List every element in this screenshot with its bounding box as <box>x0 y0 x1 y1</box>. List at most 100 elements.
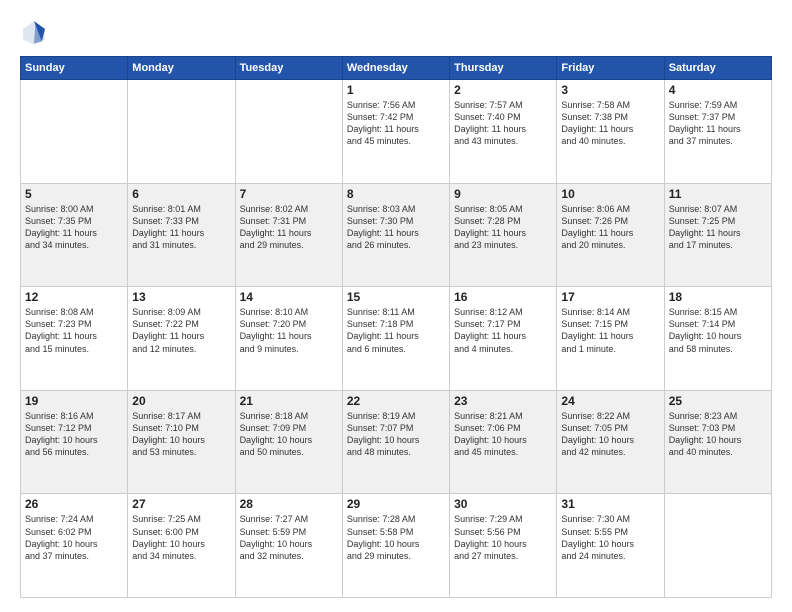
weekday-monday: Monday <box>128 57 235 80</box>
calendar-cell: 4 Sunrise: 7:59 AM Sunset: 7:37 PM Daylig… <box>664 80 771 184</box>
weekday-saturday: Saturday <box>664 57 771 80</box>
calendar-cell: 19 Sunrise: 8:16 AM Sunset: 7:12 PM Dayli… <box>21 390 128 494</box>
day-info: Sunrise: 7:27 AM Sunset: 5:59 PM Dayligh… <box>240 513 338 562</box>
day-number: 18 <box>669 290 767 304</box>
day-number: 9 <box>454 187 552 201</box>
calendar-cell <box>235 80 342 184</box>
calendar-cell: 13 Sunrise: 8:09 AM Sunset: 7:22 PM Dayli… <box>128 287 235 391</box>
weekday-sunday: Sunday <box>21 57 128 80</box>
calendar-cell: 12 Sunrise: 8:08 AM Sunset: 7:23 PM Dayli… <box>21 287 128 391</box>
calendar-cell: 22 Sunrise: 8:19 AM Sunset: 7:07 PM Dayli… <box>342 390 449 494</box>
day-number: 8 <box>347 187 445 201</box>
day-info: Sunrise: 7:29 AM Sunset: 5:56 PM Dayligh… <box>454 513 552 562</box>
day-number: 27 <box>132 497 230 511</box>
calendar-table: SundayMondayTuesdayWednesdayThursdayFrid… <box>20 56 772 598</box>
day-number: 11 <box>669 187 767 201</box>
day-info: Sunrise: 7:57 AM Sunset: 7:40 PM Dayligh… <box>454 99 552 148</box>
day-info: Sunrise: 7:28 AM Sunset: 5:58 PM Dayligh… <box>347 513 445 562</box>
day-info: Sunrise: 8:03 AM Sunset: 7:30 PM Dayligh… <box>347 203 445 252</box>
weekday-header-row: SundayMondayTuesdayWednesdayThursdayFrid… <box>21 57 772 80</box>
day-info: Sunrise: 8:19 AM Sunset: 7:07 PM Dayligh… <box>347 410 445 459</box>
day-number: 7 <box>240 187 338 201</box>
day-number: 24 <box>561 394 659 408</box>
logo-icon <box>20 18 48 46</box>
day-info: Sunrise: 8:08 AM Sunset: 7:23 PM Dayligh… <box>25 306 123 355</box>
weekday-wednesday: Wednesday <box>342 57 449 80</box>
calendar-cell: 8 Sunrise: 8:03 AM Sunset: 7:30 PM Daylig… <box>342 183 449 287</box>
calendar-cell: 16 Sunrise: 8:12 AM Sunset: 7:17 PM Dayli… <box>450 287 557 391</box>
calendar-cell <box>664 494 771 598</box>
day-number: 30 <box>454 497 552 511</box>
day-info: Sunrise: 8:09 AM Sunset: 7:22 PM Dayligh… <box>132 306 230 355</box>
calendar-cell: 11 Sunrise: 8:07 AM Sunset: 7:25 PM Dayli… <box>664 183 771 287</box>
day-info: Sunrise: 8:10 AM Sunset: 7:20 PM Dayligh… <box>240 306 338 355</box>
week-row-2: 12 Sunrise: 8:08 AM Sunset: 7:23 PM Dayli… <box>21 287 772 391</box>
day-number: 17 <box>561 290 659 304</box>
day-info: Sunrise: 8:12 AM Sunset: 7:17 PM Dayligh… <box>454 306 552 355</box>
day-info: Sunrise: 8:01 AM Sunset: 7:33 PM Dayligh… <box>132 203 230 252</box>
weekday-thursday: Thursday <box>450 57 557 80</box>
page: SundayMondayTuesdayWednesdayThursdayFrid… <box>0 0 792 612</box>
day-number: 25 <box>669 394 767 408</box>
day-number: 2 <box>454 83 552 97</box>
calendar-cell: 18 Sunrise: 8:15 AM Sunset: 7:14 PM Dayli… <box>664 287 771 391</box>
day-info: Sunrise: 7:30 AM Sunset: 5:55 PM Dayligh… <box>561 513 659 562</box>
day-number: 14 <box>240 290 338 304</box>
day-number: 5 <box>25 187 123 201</box>
day-number: 1 <box>347 83 445 97</box>
calendar-cell: 27 Sunrise: 7:25 AM Sunset: 6:00 PM Dayli… <box>128 494 235 598</box>
day-number: 23 <box>454 394 552 408</box>
day-info: Sunrise: 7:25 AM Sunset: 6:00 PM Dayligh… <box>132 513 230 562</box>
day-number: 21 <box>240 394 338 408</box>
calendar-cell: 29 Sunrise: 7:28 AM Sunset: 5:58 PM Dayli… <box>342 494 449 598</box>
day-number: 22 <box>347 394 445 408</box>
day-info: Sunrise: 7:58 AM Sunset: 7:38 PM Dayligh… <box>561 99 659 148</box>
week-row-0: 1Sunrise: 7:56 AM Sunset: 7:42 PM Daylig… <box>21 80 772 184</box>
day-info: Sunrise: 8:16 AM Sunset: 7:12 PM Dayligh… <box>25 410 123 459</box>
day-info: Sunrise: 8:22 AM Sunset: 7:05 PM Dayligh… <box>561 410 659 459</box>
day-info: Sunrise: 7:24 AM Sunset: 6:02 PM Dayligh… <box>25 513 123 562</box>
day-number: 4 <box>669 83 767 97</box>
calendar-cell: 9 Sunrise: 8:05 AM Sunset: 7:28 PM Daylig… <box>450 183 557 287</box>
day-number: 16 <box>454 290 552 304</box>
week-row-3: 19 Sunrise: 8:16 AM Sunset: 7:12 PM Dayli… <box>21 390 772 494</box>
calendar-cell: 3 Sunrise: 7:58 AM Sunset: 7:38 PM Daylig… <box>557 80 664 184</box>
calendar-cell: 5 Sunrise: 8:00 AM Sunset: 7:35 PM Daylig… <box>21 183 128 287</box>
day-number: 28 <box>240 497 338 511</box>
calendar-cell: 30 Sunrise: 7:29 AM Sunset: 5:56 PM Dayli… <box>450 494 557 598</box>
calendar-cell: 25Sunrise: 8:23 AM Sunset: 7:03 PM Dayli… <box>664 390 771 494</box>
calendar-cell: 21 Sunrise: 8:18 AM Sunset: 7:09 PM Dayli… <box>235 390 342 494</box>
calendar-cell: 6 Sunrise: 8:01 AM Sunset: 7:33 PM Daylig… <box>128 183 235 287</box>
day-info: Sunrise: 8:07 AM Sunset: 7:25 PM Dayligh… <box>669 203 767 252</box>
day-info: Sunrise: 8:15 AM Sunset: 7:14 PM Dayligh… <box>669 306 767 355</box>
day-number: 12 <box>25 290 123 304</box>
weekday-friday: Friday <box>557 57 664 80</box>
calendar-cell: 2 Sunrise: 7:57 AM Sunset: 7:40 PM Daylig… <box>450 80 557 184</box>
calendar-cell: 24 Sunrise: 8:22 AM Sunset: 7:05 PM Dayli… <box>557 390 664 494</box>
day-info: Sunrise: 8:17 AM Sunset: 7:10 PM Dayligh… <box>132 410 230 459</box>
calendar-cell: 26 Sunrise: 7:24 AM Sunset: 6:02 PM Dayli… <box>21 494 128 598</box>
day-number: 26 <box>25 497 123 511</box>
calendar-cell: 14 Sunrise: 8:10 AM Sunset: 7:20 PM Dayli… <box>235 287 342 391</box>
week-row-4: 26 Sunrise: 7:24 AM Sunset: 6:02 PM Dayli… <box>21 494 772 598</box>
day-info: Sunrise: 8:05 AM Sunset: 7:28 PM Dayligh… <box>454 203 552 252</box>
day-info: Sunrise: 7:59 AM Sunset: 7:37 PM Dayligh… <box>669 99 767 148</box>
day-number: 6 <box>132 187 230 201</box>
day-number: 3 <box>561 83 659 97</box>
calendar-cell: 1Sunrise: 7:56 AM Sunset: 7:42 PM Daylig… <box>342 80 449 184</box>
day-number: 19 <box>25 394 123 408</box>
day-number: 29 <box>347 497 445 511</box>
day-number: 10 <box>561 187 659 201</box>
day-info: Sunrise: 8:00 AM Sunset: 7:35 PM Dayligh… <box>25 203 123 252</box>
day-number: 31 <box>561 497 659 511</box>
weekday-tuesday: Tuesday <box>235 57 342 80</box>
calendar-cell: 17Sunrise: 8:14 AM Sunset: 7:15 PM Dayli… <box>557 287 664 391</box>
day-info: Sunrise: 8:21 AM Sunset: 7:06 PM Dayligh… <box>454 410 552 459</box>
day-number: 20 <box>132 394 230 408</box>
calendar-cell <box>21 80 128 184</box>
day-number: 13 <box>132 290 230 304</box>
day-info: Sunrise: 8:02 AM Sunset: 7:31 PM Dayligh… <box>240 203 338 252</box>
day-info: Sunrise: 8:06 AM Sunset: 7:26 PM Dayligh… <box>561 203 659 252</box>
calendar-cell: 31 Sunrise: 7:30 AM Sunset: 5:55 PM Dayli… <box>557 494 664 598</box>
day-info: Sunrise: 8:18 AM Sunset: 7:09 PM Dayligh… <box>240 410 338 459</box>
